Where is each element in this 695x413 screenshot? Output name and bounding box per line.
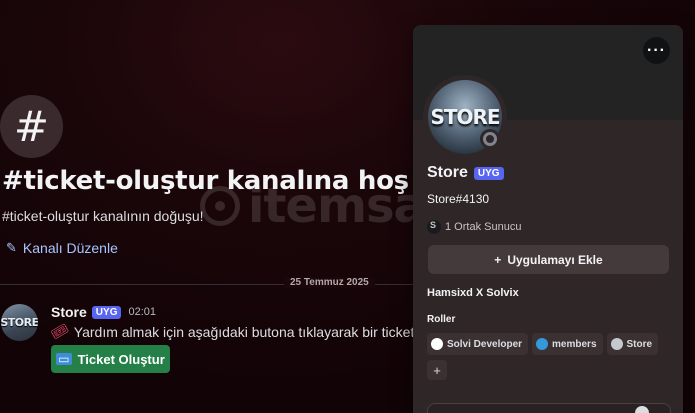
profile-display-name: Store [427,164,468,181]
profile-app-tag-badge: UYG [473,166,504,180]
create-ticket-button[interactable]: ▭ Ticket Oluştur [51,345,170,373]
date-divider-text: 25 Temmuz 2025 [284,277,375,288]
mutual-servers-link[interactable]: 1 Ortak Sunucu [427,220,521,234]
roles-list: Solvi Developer members Store [427,333,659,355]
channel-welcome-title: #ticket-oluştur kanalına hoş geld [2,166,481,196]
role-color-dot [610,338,623,350]
message-author[interactable]: Store [51,304,87,320]
ticket-button-icon: ▭ [56,352,72,366]
add-app-button[interactable]: + Uygulamayı Ekle [428,245,669,274]
user-profile-popout: ··· STORE Store UYG Store#4130 1 Ortak S… [413,25,683,413]
app-tag-badge: UYG [91,305,122,319]
emoji-icon[interactable] [635,406,649,413]
message-timestamp: 02:01 [128,306,156,318]
pencil-icon: ✎ [6,240,17,255]
more-options-button[interactable]: ··· [643,37,670,64]
plus-icon: + [494,252,502,267]
offline-status-icon [480,129,500,149]
channel-start-text: #ticket-oluştur kanalının doğuşu! [2,208,204,224]
message-body: 🎟 Yardım almak için aşağıdaki butona tık… [48,320,415,343]
add-role-button[interactable]: + [427,360,447,380]
mutual-servers-label: 1 Ortak Sunucu [445,221,522,233]
server-icon [427,220,441,234]
role-pill[interactable]: Store [606,333,659,355]
message-text: Yardım almak için aşağıdaki butona tıkla… [73,323,415,340]
role-name: Solvi Developer [447,338,523,350]
role-name: members [552,338,597,350]
role-pill[interactable]: Solvi Developer [427,333,529,355]
channel-hash-icon: # [0,95,63,158]
edit-channel-link[interactable]: ✎ Kanalı Düzenle [6,240,118,256]
message-header: Store UYG 02:01 [51,304,156,320]
role-pill[interactable]: members [532,333,603,355]
roles-heading: Roller [427,314,456,325]
profile-username: Store#4130 [427,192,490,206]
add-app-label: Uygulamayı Ekle [507,252,603,267]
profile-avatar-logo-text: STORE [430,105,500,129]
ticket-icon: 🎟 [47,319,72,343]
message-avatar[interactable]: STORE [1,304,38,341]
more-icon: ··· [647,41,666,59]
profile-name-row: Store UYG [427,164,504,182]
profile-about-text: Hamsixd X Solvix [427,287,519,299]
role-color-dot [431,338,443,350]
role-name: Store [626,338,653,350]
message-avatar-logo-text: STORE [1,316,38,329]
create-ticket-label: Ticket Oluştur [77,351,165,367]
role-color-dot [536,338,549,350]
edit-channel-label: Kanalı Düzenle [22,240,118,256]
